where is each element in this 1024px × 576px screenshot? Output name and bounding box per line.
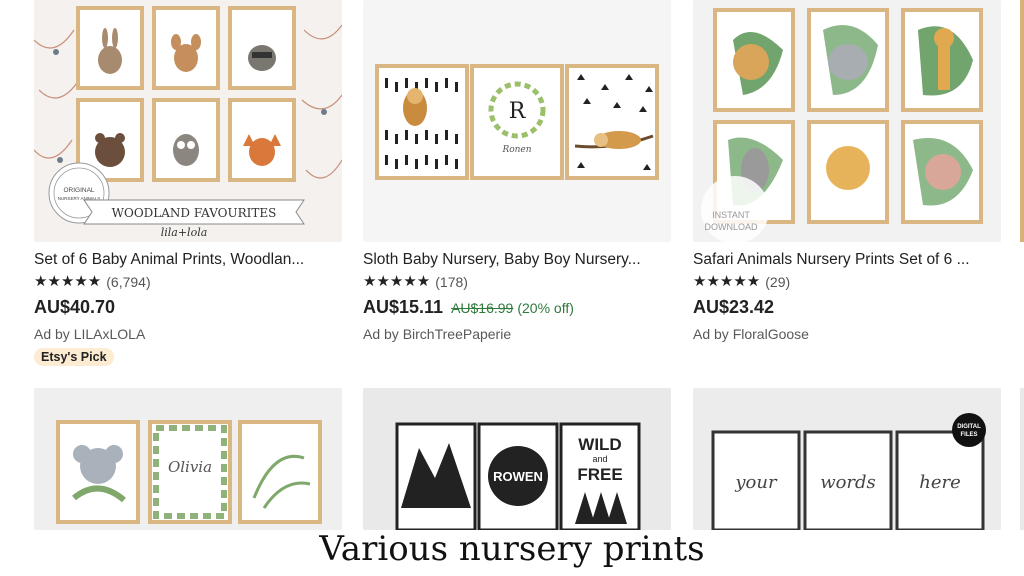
price-row-2: AU$15.11 AU$16.99 (20% off) bbox=[363, 297, 671, 318]
listing-card-1[interactable]: ORIGINAL NURSERY ANIMALS WOODLAND FAVOUR… bbox=[34, 0, 342, 366]
listing-card-3[interactable]: INSTANT DOWNLOAD Safari Animals Nursery … bbox=[693, 0, 1001, 342]
and-text: and bbox=[592, 454, 607, 464]
stamp-line2: DOWNLOAD bbox=[704, 222, 758, 232]
listing-image-5[interactable]: let's go on an adventure ROWEN WILD and … bbox=[363, 388, 671, 530]
signature-text: lila+lola bbox=[161, 226, 208, 239]
rating-1: ★★★★★ (6,794) bbox=[34, 273, 342, 291]
adventure-prints-art: let's go on an adventure ROWEN WILD and … bbox=[395, 422, 641, 530]
star-rating-icon: ★★★★★ bbox=[693, 273, 761, 290]
rating-2: ★★★★★ (178) bbox=[363, 273, 671, 291]
stamp-line1: INSTANT bbox=[712, 210, 750, 220]
rating-3: ★★★★★ (29) bbox=[693, 273, 1001, 291]
woodland-prints-art: ORIGINAL NURSERY ANIMALS WOODLAND FAVOUR… bbox=[34, 6, 342, 239]
listing-title-2[interactable]: Sloth Baby Nursery, Baby Boy Nursery... bbox=[363, 250, 671, 270]
banner-text: WOODLAND FAVOURITES bbox=[112, 206, 277, 220]
monogram-name: Ronen bbox=[501, 145, 531, 155]
ad-shop-2[interactable]: Ad by BirchTreePaperie bbox=[363, 326, 671, 342]
etsys-pick-badge: Etsy's Pick bbox=[34, 348, 114, 366]
word-1-text: your bbox=[734, 472, 778, 493]
ad-shop-3[interactable]: Ad by FloralGoose bbox=[693, 326, 1001, 342]
listing-card-2[interactable]: R Ronen Sloth Baby Nursery, Baby Boy Nur… bbox=[363, 0, 671, 342]
star-rating-icon: ★★★★★ bbox=[363, 273, 431, 290]
price-2: AU$15.11 bbox=[363, 297, 444, 317]
digital-files-line1: DIGITAL bbox=[957, 424, 981, 430]
rowen-text: ROWEN bbox=[493, 469, 543, 484]
listing-card-5[interactable]: let's go on an adventure ROWEN WILD and … bbox=[363, 388, 671, 530]
review-count-3: (29) bbox=[765, 274, 791, 290]
listing-image-4[interactable]: Olivia bbox=[34, 388, 342, 530]
listing-image-3[interactable]: INSTANT DOWNLOAD bbox=[693, 0, 1001, 242]
digital-files-line2: FILES bbox=[960, 432, 977, 438]
koala-prints-art: Olivia bbox=[56, 420, 322, 524]
word-2-text: words bbox=[820, 472, 876, 493]
next-listing-edge-row2[interactable] bbox=[1020, 388, 1024, 530]
listing-image-1[interactable]: ORIGINAL NURSERY ANIMALS WOODLAND FAVOUR… bbox=[34, 0, 342, 242]
name-art-text: Olivia bbox=[168, 458, 212, 476]
your-words-prints-art: your words here DIGITAL FILES bbox=[711, 413, 986, 530]
listing-image-6[interactable]: your words here DIGITAL FILES bbox=[693, 388, 1001, 530]
listing-title-1[interactable]: Set of 6 Baby Animal Prints, Woodlan... bbox=[34, 250, 342, 270]
price-row-3: AU$23.42 bbox=[693, 297, 1001, 318]
review-count-2: (178) bbox=[435, 274, 468, 290]
free-text: FREE bbox=[577, 465, 622, 484]
caption-text: Various nursery prints bbox=[319, 529, 705, 569]
review-count-1: (6,794) bbox=[106, 274, 151, 290]
listing-card-6[interactable]: your words here DIGITAL FILES bbox=[693, 388, 1001, 530]
adventure-text: let's go on an adventure bbox=[399, 515, 474, 522]
listing-image-2[interactable]: R Ronen bbox=[363, 0, 671, 242]
wild-text: WILD bbox=[578, 435, 621, 454]
price-1: AU$40.70 bbox=[34, 297, 116, 317]
safari-prints-art: INSTANT DOWNLOAD bbox=[701, 8, 983, 242]
monogram-letter: R bbox=[509, 99, 527, 124]
listing-title-3[interactable]: Safari Animals Nursery Prints Set of 6 .… bbox=[693, 250, 1001, 270]
price-row-1: AU$40.70 bbox=[34, 297, 342, 318]
word-3-text: here bbox=[919, 472, 961, 493]
listing-card-4[interactable]: Olivia bbox=[34, 388, 342, 530]
star-rating-icon: ★★★★★ bbox=[34, 273, 102, 290]
discount-2: (20% off) bbox=[517, 300, 574, 316]
original-price-2: AU$16.99 bbox=[451, 300, 514, 316]
price-3: AU$23.42 bbox=[693, 297, 775, 317]
ad-shop-1[interactable]: Ad by LILAxLOLA bbox=[34, 326, 342, 342]
sloth-prints-art: R Ronen bbox=[375, 64, 659, 180]
next-listing-edge[interactable] bbox=[1020, 0, 1024, 242]
seal-top-text: ORIGINAL bbox=[63, 187, 94, 194]
